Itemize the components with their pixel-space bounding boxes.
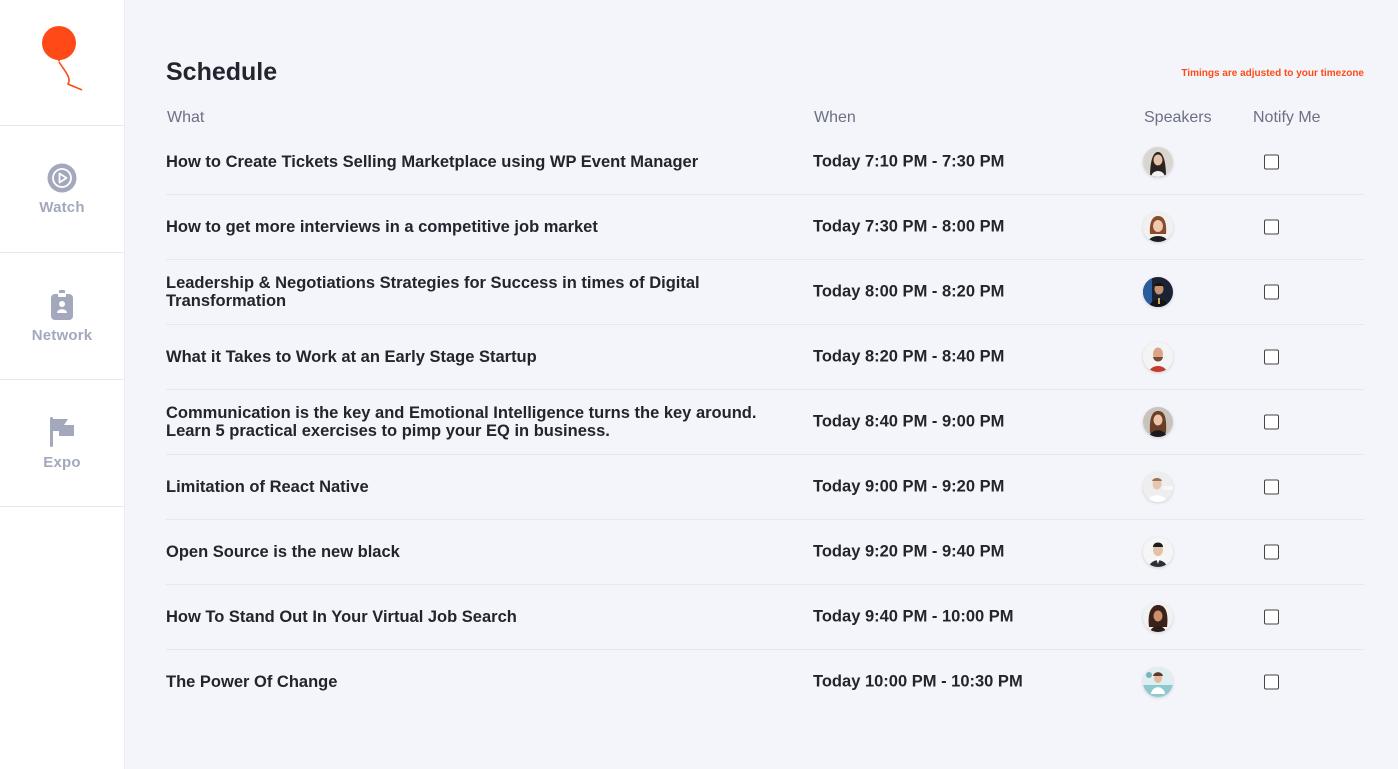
nav-watch[interactable]: Watch [0,126,124,253]
badge-icon [51,289,73,320]
nav-network[interactable]: Network [0,253,124,380]
column-when: When [814,109,856,126]
session-title[interactable]: How to get more interviews in a competit… [166,218,796,236]
session-time: Today 9:20 PM - 9:40 PM [813,542,1005,561]
notify-checkbox[interactable] [1264,414,1279,430]
speaker-avatar[interactable] [1143,407,1173,437]
schedule-table: How to Create Tickets Selling Marketplac… [166,130,1364,714]
avatar-image [1143,472,1173,502]
column-what: What [167,109,205,126]
table-row[interactable]: How to get more interviews in a competit… [166,195,1364,260]
table-row[interactable]: Communication is the key and Emotional I… [166,390,1364,455]
session-time: Today 7:10 PM - 7:30 PM [813,152,1005,171]
speaker-avatar[interactable] [1143,212,1173,242]
notify-checkbox[interactable] [1264,609,1279,625]
play-icon [47,163,77,192]
flag-icon [50,416,74,447]
session-time: Today 7:30 PM - 8:00 PM [813,217,1005,236]
session-time: Today 9:00 PM - 9:20 PM [813,477,1005,496]
speaker-avatar[interactable] [1143,537,1173,567]
speaker-avatar[interactable] [1143,147,1173,177]
nav-watch-label: Watch [39,198,85,216]
session-title[interactable]: Limitation of React Native [166,478,796,496]
speaker-avatar[interactable] [1143,667,1173,697]
session-title[interactable]: Leadership & Negotiations Strategies for… [166,274,796,310]
table-row[interactable]: Open Source is the new black Today 9:20 … [166,520,1364,585]
table-row[interactable]: How to Create Tickets Selling Marketplac… [166,130,1364,195]
column-speakers: Speakers [1144,109,1212,126]
balloon-logo-icon [42,26,83,91]
sidebar: Watch Network Expo [0,0,125,769]
notify-checkbox[interactable] [1264,479,1279,495]
avatar-image [1143,342,1173,372]
session-time: Today 8:40 PM - 9:00 PM [813,412,1005,431]
table-row[interactable]: The Power Of Change Today 10:00 PM - 10:… [166,650,1364,714]
session-title[interactable]: What it Takes to Work at an Early Stage … [166,348,796,366]
avatar-image [1143,602,1173,632]
avatar-image [1143,212,1173,242]
speaker-avatar[interactable] [1143,472,1173,502]
notify-checkbox[interactable] [1264,284,1279,300]
session-title[interactable]: Open Source is the new black [166,543,796,561]
session-time: Today 8:00 PM - 8:20 PM [813,282,1005,301]
session-time: Today 9:40 PM - 10:00 PM [813,607,1014,626]
notify-checkbox[interactable] [1264,544,1279,560]
nav-network-label: Network [31,326,93,344]
avatar-image [1143,667,1173,697]
session-title[interactable]: How To Stand Out In Your Virtual Job Sea… [166,608,796,626]
table-row[interactable]: What it Takes to Work at an Early Stage … [166,325,1364,390]
session-title[interactable]: Communication is the key and Emotional I… [166,404,796,440]
session-title[interactable]: How to Create Tickets Selling Marketplac… [166,153,796,171]
timezone-note: Timings are adjusted to your timezone [1181,68,1364,79]
avatar-image [1143,407,1173,437]
page-title: Schedule [166,58,278,86]
speaker-avatar[interactable] [1143,277,1173,307]
notify-checkbox[interactable] [1264,219,1279,235]
table-row[interactable]: Leadership & Negotiations Strategies for… [166,260,1364,325]
table-row[interactable]: How To Stand Out In Your Virtual Job Sea… [166,585,1364,650]
session-time: Today 10:00 PM - 10:30 PM [813,672,1023,691]
nav-expo-label: Expo [43,453,81,471]
nav-expo[interactable]: Expo [0,380,124,507]
notify-checkbox[interactable] [1264,154,1279,170]
table-header: What When Speakers Notify Me [166,109,1364,131]
table-row[interactable]: Limitation of React Native Today 9:00 PM… [166,455,1364,520]
speaker-avatar[interactable] [1143,342,1173,372]
session-time: Today 8:20 PM - 8:40 PM [813,347,1005,366]
avatar-image [1143,537,1173,567]
column-notify: Notify Me [1253,109,1321,126]
avatar-image [1143,277,1173,307]
logo[interactable] [0,0,124,126]
notify-checkbox[interactable] [1264,349,1279,365]
session-title[interactable]: The Power Of Change [166,673,796,691]
notify-checkbox[interactable] [1264,674,1279,690]
avatar-image [1143,147,1173,177]
speaker-avatar[interactable] [1143,602,1173,632]
